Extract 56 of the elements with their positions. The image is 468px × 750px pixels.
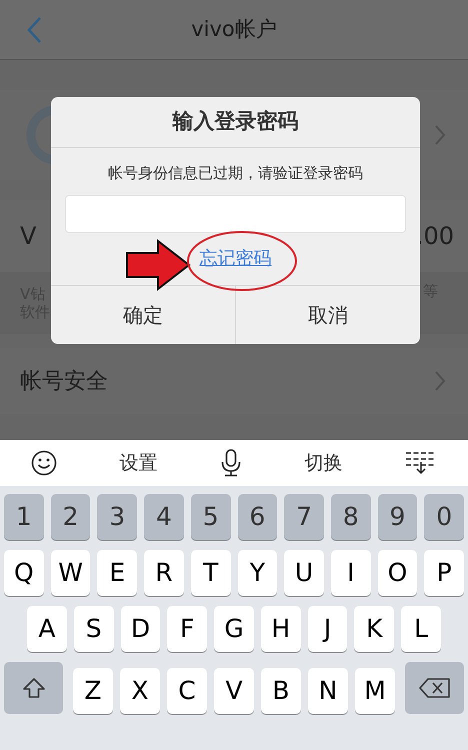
key[interactable]: A (27, 606, 67, 652)
key[interactable]: M (355, 668, 395, 714)
key[interactable]: 8 (330, 494, 371, 540)
key[interactable]: 6 (238, 494, 278, 540)
dialog-message: 帐号身份信息已过期，请验证登录密码 (107, 163, 364, 184)
key[interactable]: N (308, 668, 348, 714)
key[interactable]: 2 (50, 494, 90, 540)
key[interactable]: K (354, 606, 394, 652)
balance-label: V (20, 221, 36, 252)
key[interactable]: F (167, 606, 208, 652)
dialog-button[interactable]: 确定 (51, 286, 235, 344)
key[interactable]: 1 (4, 494, 44, 540)
shift-icon (22, 677, 46, 699)
key[interactable]: 7 (284, 494, 324, 540)
password-field[interactable] (65, 194, 406, 232)
delete-key[interactable] (405, 662, 464, 714)
nav-title: vivo帐户 (191, 16, 277, 43)
key[interactable]: O (378, 550, 418, 596)
chevron-right-icon (434, 124, 446, 146)
key[interactable]: E (97, 550, 138, 596)
key[interactable]: I (330, 550, 371, 596)
key[interactable]: U (284, 550, 324, 596)
emoji-icon[interactable] (31, 450, 58, 476)
key[interactable]: X (120, 668, 160, 714)
key[interactable]: W (50, 550, 90, 596)
key[interactable]: 3 (97, 494, 138, 540)
key[interactable]: V (214, 668, 254, 714)
key[interactable]: P (424, 550, 464, 596)
toolbar-button[interactable]: 切换 (304, 448, 342, 478)
avatar-icon (26, 105, 51, 165)
toolbar-button[interactable]: 设置 (120, 448, 158, 478)
key[interactable]: 5 (190, 494, 231, 540)
chevron-right-icon (434, 370, 446, 392)
key[interactable]: 0 (424, 494, 464, 540)
security-label: 帐号安全 (20, 368, 108, 396)
backspace-icon (418, 677, 450, 699)
key[interactable]: H (260, 606, 301, 652)
key[interactable]: Y (238, 550, 278, 596)
key[interactable]: 9 (378, 494, 418, 540)
key[interactable]: S (74, 606, 114, 652)
key[interactable]: C (167, 668, 207, 714)
key[interactable]: Z (73, 668, 113, 714)
key[interactable]: T (190, 550, 231, 596)
dialog-title: 输入登录密码 (172, 108, 298, 136)
key[interactable]: L (401, 606, 442, 652)
key[interactable]: J (308, 606, 348, 652)
balance-value: .00 (416, 221, 454, 252)
key[interactable]: Q (4, 550, 44, 596)
key[interactable]: G (214, 606, 254, 652)
key[interactable]: 4 (144, 494, 184, 540)
key[interactable]: B (261, 668, 301, 714)
key[interactable]: D (120, 606, 160, 652)
shift-key[interactable] (4, 662, 63, 714)
key[interactable]: R (144, 550, 184, 596)
microphone-icon[interactable] (220, 449, 242, 477)
dialog-button[interactable]: 取消 (235, 286, 420, 344)
